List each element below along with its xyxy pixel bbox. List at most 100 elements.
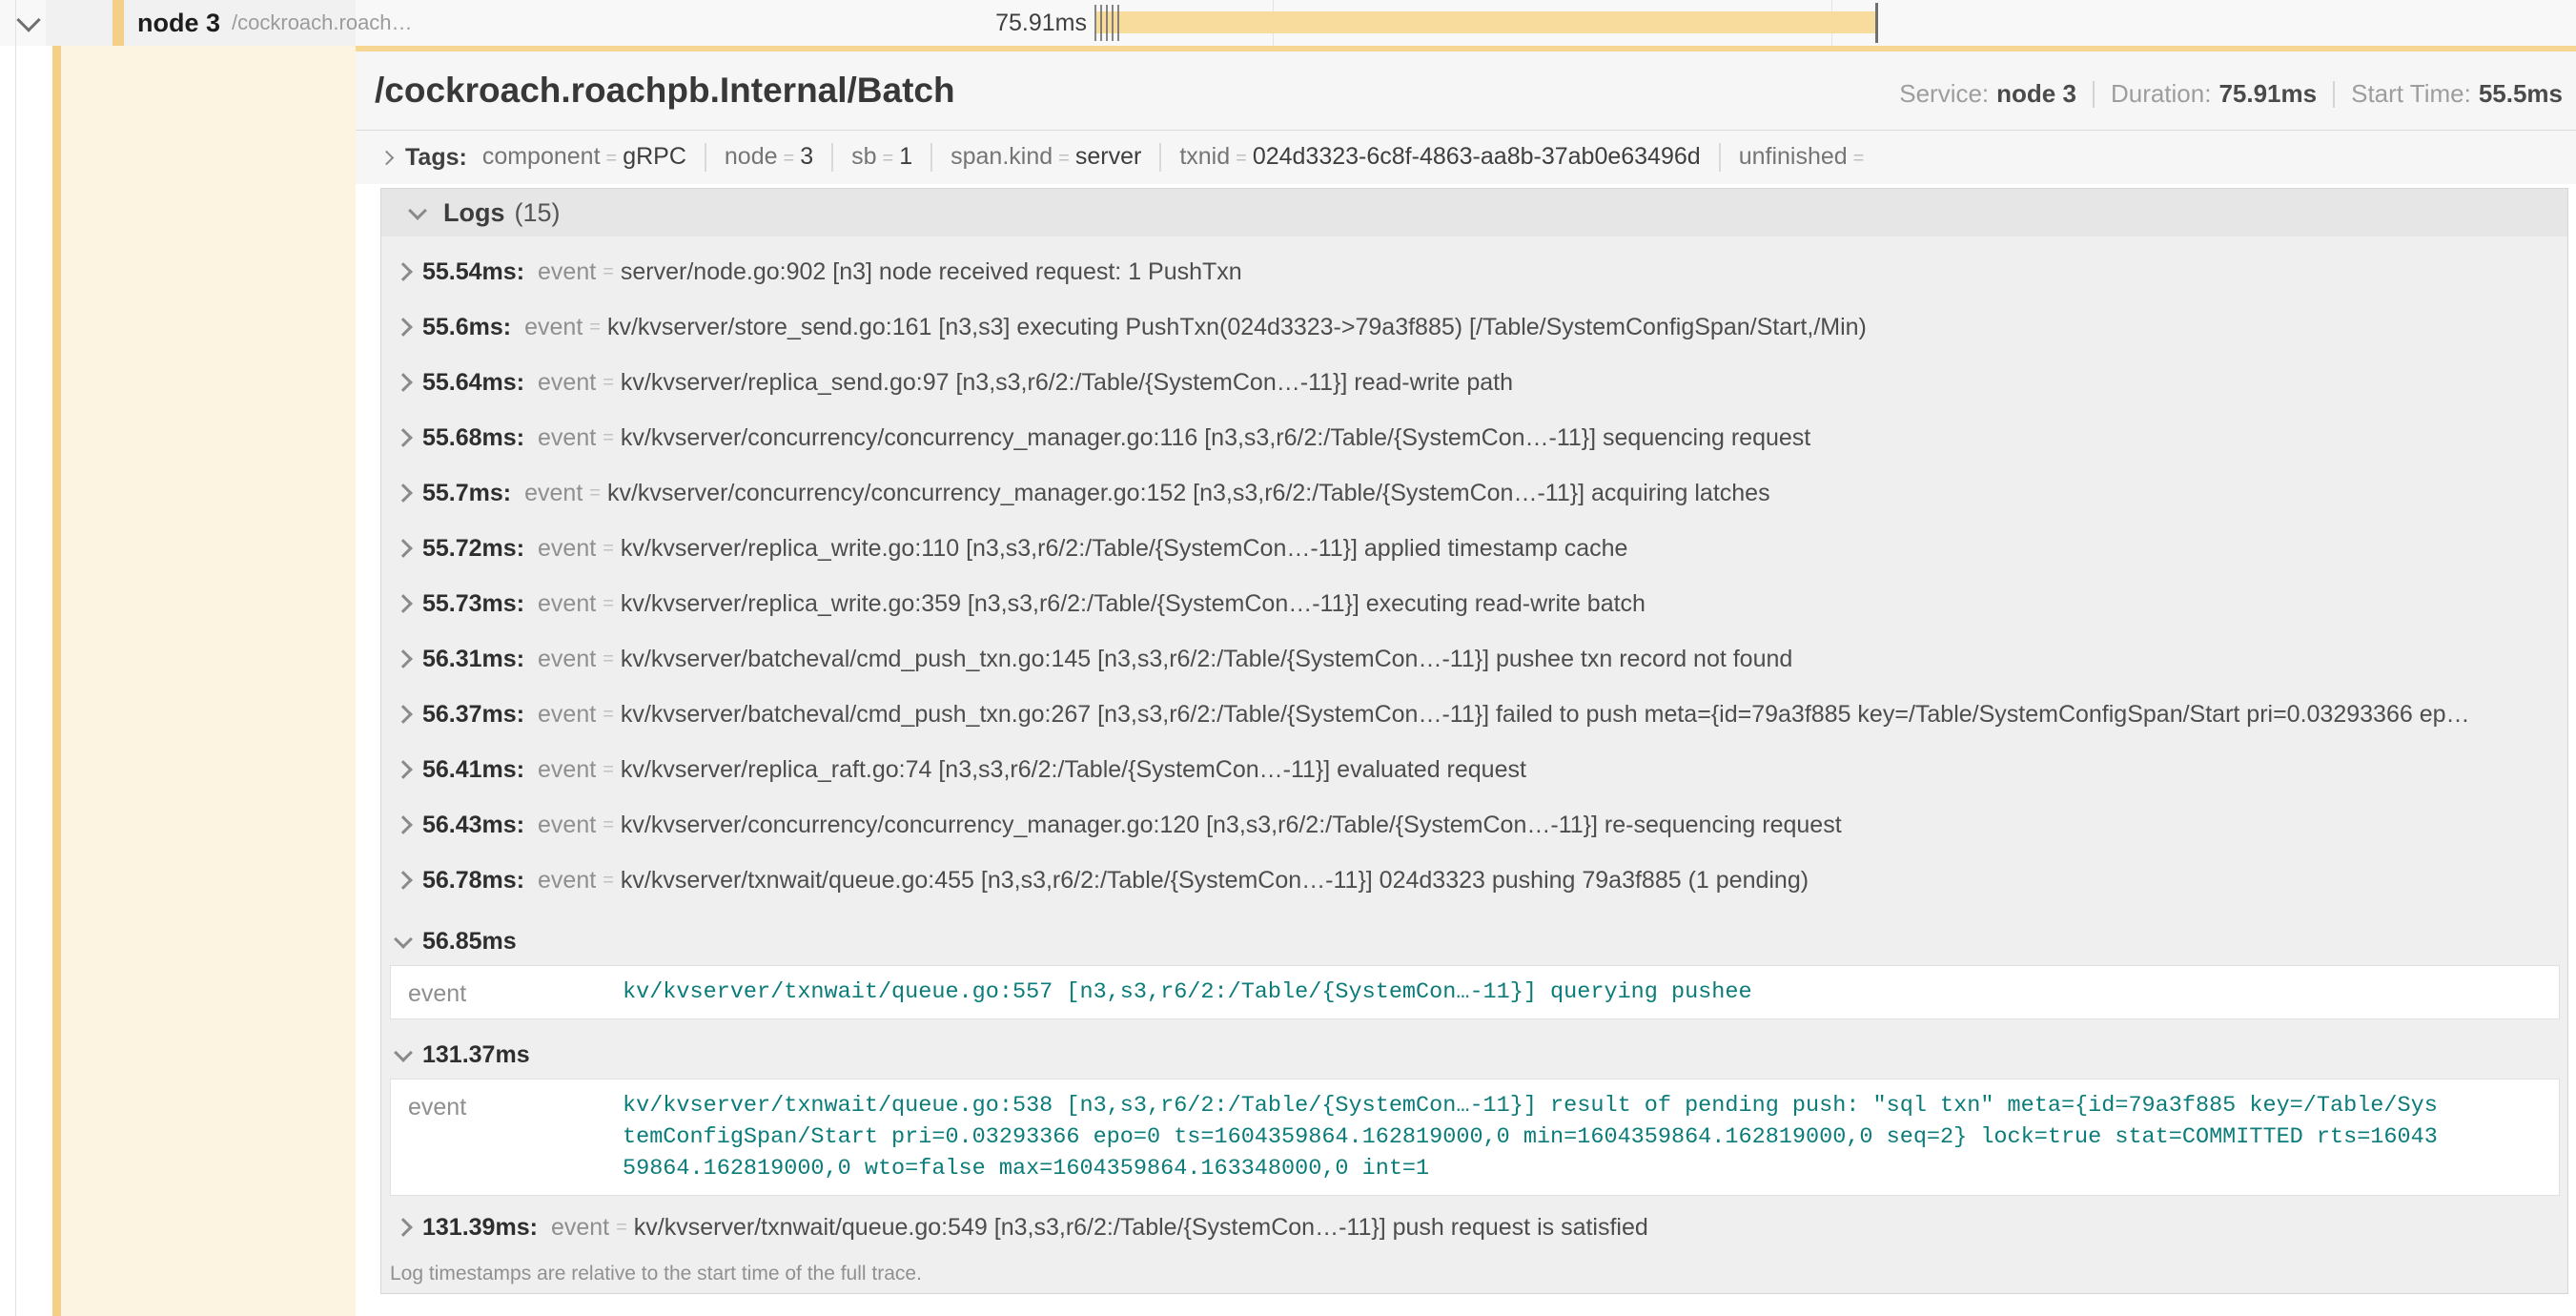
tag-key: unfinished: [1739, 143, 1848, 171]
tag-separator: [930, 143, 932, 172]
log-entry[interactable]: 56.41ms:event=kv/kvserver/replica_raft.g…: [381, 742, 2567, 797]
tag[interactable]: txnid=024d3323-6c8f-4863-aa8b-37ab0e6349…: [1179, 143, 1700, 171]
equals-sign: =: [1853, 148, 1865, 170]
chevron-down-icon: [16, 8, 40, 31]
log-entry[interactable]: 55.7ms:event=kv/kvserver/concurrency/con…: [381, 465, 2567, 521]
log-timestamp: 56.78ms:: [422, 867, 524, 894]
span-detail-panel: /cockroach.roachpb.Internal/Batch Servic…: [356, 46, 2576, 1316]
log-message: kv/kvserver/concurrency/concurrency_mana…: [621, 424, 1810, 452]
log-entry[interactable]: 131.39ms: event = kv/kvserver/txnwait/queue…: [381, 1200, 2567, 1255]
chevron-right-icon: [394, 539, 413, 558]
log-timestamp: 55.72ms:: [422, 535, 524, 563]
log-field-key: event: [538, 535, 596, 563]
meta-separator: [2333, 81, 2335, 108]
equals-sign: =: [606, 148, 618, 170]
logs-list: 55.54ms:event=server/node.go:902 [n3] no…: [381, 236, 2567, 1255]
tag-separator: [1159, 143, 1161, 172]
log-timestamp: 55.54ms:: [422, 258, 524, 286]
equals-sign: =: [883, 148, 894, 170]
tag[interactable]: unfinished=: [1739, 143, 1871, 171]
equals-sign: =: [784, 148, 795, 170]
equals-sign: =: [603, 372, 614, 394]
collapse-children-button[interactable]: [20, 16, 37, 33]
selected-span-column-highlight: [61, 46, 356, 1316]
span-service-name: node 3: [137, 9, 220, 38]
tag-key: span.kind: [951, 143, 1053, 171]
service-color-bar: [112, 0, 124, 46]
span-duration-bar[interactable]: [1096, 11, 1876, 33]
log-entry[interactable]: 55.54ms:event=server/node.go:902 [n3] no…: [381, 244, 2567, 299]
tag-value: 1: [899, 143, 912, 171]
timeline-header[interactable]: 75.91ms: [356, 0, 2576, 46]
log-entry[interactable]: 56.43ms: event = kv/kvserver/concurrency/co…: [381, 797, 2567, 853]
tag[interactable]: node=3: [725, 143, 813, 171]
log-fields-table: eventkv/kvserver/txnwait/queue.go:557 [n…: [390, 965, 2560, 1019]
log-tick-mark: [1117, 5, 1119, 41]
detail-row-accent-stripe: [52, 46, 61, 1316]
log-field-key: event: [538, 701, 596, 729]
equals-sign: =: [589, 483, 601, 504]
log-entry[interactable]: 55.68ms:event=kv/kvserver/concurrency/co…: [381, 410, 2567, 465]
log-field-key: event: [538, 424, 596, 452]
detail-panel-header: /cockroach.roachpb.Internal/Batch Servic…: [356, 51, 2576, 184]
chevron-down-icon: [408, 201, 427, 220]
log-field-key: event: [391, 1090, 623, 1121]
log-message: kv/kvserver/concurrency/concurrency_mana…: [621, 812, 1842, 839]
log-field-key: event: [551, 1214, 609, 1242]
log-entry-expanded-header[interactable]: 56.85ms: [381, 921, 2567, 961]
log-timestamp: 56.43ms:: [422, 812, 524, 839]
chevron-down-icon: [394, 930, 413, 949]
tags-accordion-header[interactable]: Tags: component=gRPCnode=3sb=1span.kind=…: [356, 131, 2576, 184]
chevron-right-icon: [394, 262, 413, 281]
log-timestamp: 131.39ms:: [422, 1214, 538, 1242]
log-entry[interactable]: 55.6ms:event=kv/kvserver/store_send.go:1…: [381, 299, 2567, 355]
meta-separator: [2093, 81, 2095, 108]
chevron-right-icon: [394, 373, 413, 392]
tag[interactable]: span.kind=server: [951, 143, 1141, 171]
log-timestamp: 56.41ms:: [422, 756, 524, 784]
chevron-right-icon: [394, 871, 413, 890]
tag-separator: [705, 143, 706, 172]
log-message: kv/kvserver/replica_write.go:110 [n3,s3,…: [621, 535, 1628, 563]
tag[interactable]: component=gRPC: [482, 143, 686, 171]
log-message: kv/kvserver/txnwait/queue.go:549 [n3,s3,…: [634, 1214, 1648, 1242]
log-field-key: event: [524, 480, 583, 507]
log-field-key: event: [538, 812, 596, 839]
log-entry-expanded-header[interactable]: 131.37ms: [381, 1035, 2567, 1075]
log-timestamp: 131.37ms: [422, 1041, 530, 1069]
chevron-down-icon: [394, 1043, 413, 1062]
log-entry[interactable]: 55.72ms: event = kv/kvserver/replica_write.…: [381, 521, 2567, 576]
chevron-right-icon: [394, 815, 413, 834]
log-entry[interactable]: 55.64ms:event=kv/kvserver/replica_send.g…: [381, 355, 2567, 410]
log-entry[interactable]: 56.31ms:event=kv/kvserver/batcheval/cmd_…: [381, 631, 2567, 687]
logs-accordion-header[interactable]: Logs (15): [381, 189, 2567, 236]
log-field-key: event: [391, 977, 623, 1008]
logs-accordion: Logs (15) 55.54ms:event=server/node.go:9…: [380, 188, 2568, 1294]
span-duration-label: 75.91ms: [889, 10, 1087, 37]
equals-sign: =: [603, 704, 614, 726]
log-tick-mark: [1106, 5, 1108, 41]
equals-sign: =: [603, 538, 614, 560]
tag[interactable]: sb=1: [851, 143, 912, 171]
equals-sign: =: [603, 261, 614, 283]
chevron-right-icon: [394, 705, 413, 724]
log-entry[interactable]: 56.37ms:event=kv/kvserver/batcheval/cmd_…: [381, 687, 2567, 742]
log-message: kv/kvserver/concurrency/concurrency_mana…: [607, 480, 1770, 507]
log-timestamp: 55.68ms:: [422, 424, 524, 452]
span-name-cell[interactable]: node 3 /cockroach.roach…: [46, 0, 356, 46]
tags-label: Tags:: [405, 144, 467, 172]
logs-footnote: Log timestamps are relative to the start…: [381, 1255, 2567, 1293]
log-entry[interactable]: 56.78ms:event=kv/kvserver/txnwait/queue.…: [381, 853, 2567, 908]
log-tick-mark: [1112, 5, 1114, 41]
log-field-key: event: [538, 756, 596, 784]
log-field-key: event: [538, 590, 596, 618]
log-tick-mark: [1100, 5, 1102, 41]
chevron-right-icon: [394, 760, 413, 779]
equals-sign: =: [603, 814, 614, 836]
log-entry[interactable]: 55.73ms:event=kv/kvserver/replica_write.…: [381, 576, 2567, 631]
chevron-right-icon: [394, 483, 413, 503]
service-value: node 3: [1996, 79, 2076, 109]
tag-separator: [831, 143, 833, 172]
equals-sign: =: [616, 1217, 627, 1239]
log-tick-mark: [1094, 5, 1096, 41]
